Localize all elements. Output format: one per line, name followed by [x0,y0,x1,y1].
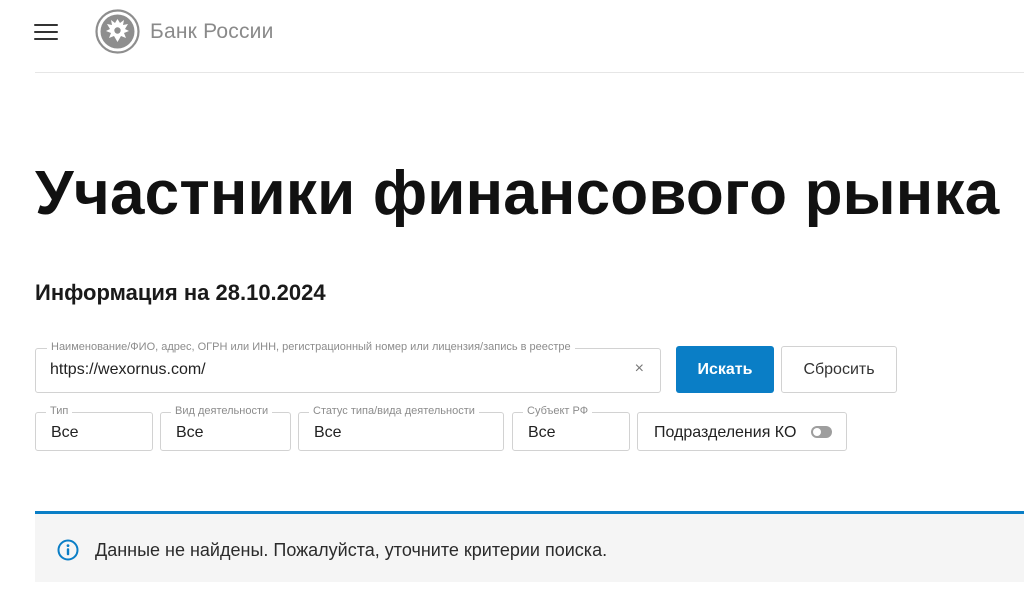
hamburger-menu-icon[interactable] [34,22,60,42]
type-select-label: Тип [46,405,73,417]
reset-button[interactable]: Сбросить [781,346,897,393]
activity-select[interactable]: Вид деятельности Все [160,405,291,451]
region-select-value: Все [528,424,556,441]
region-select-label: Субъект РФ [523,405,593,417]
double-headed-eagle-emblem-icon [95,9,140,54]
type-select[interactable]: Тип Все [35,405,153,451]
region-select[interactable]: Субъект РФ Все [512,405,630,451]
no-results-notice: Данные не найдены. Пожалуйста, уточните … [35,511,1024,582]
bank-logo[interactable]: Банк России [95,9,274,54]
type-select-value: Все [51,424,79,441]
search-field[interactable]: Наименование/ФИО, адрес, ОГРН или ИНН, р… [35,341,661,393]
status-select-value: Все [314,424,342,441]
clear-icon[interactable]: × [635,360,644,378]
toggle-knob [813,428,821,436]
notice-text: Данные не найдены. Пожалуйста, уточните … [95,540,608,560]
search-input[interactable] [50,361,610,379]
site-header: Банк России [0,0,1024,72]
toggle-switch-icon[interactable] [811,426,832,438]
search-field-label: Наименование/ФИО, адрес, ОГРН или ИНН, р… [47,341,575,353]
search-button[interactable]: Искать [676,346,774,393]
logo-text: Банк России [150,19,274,43]
ko-divisions-toggle[interactable]: Подразделения КО [637,412,847,451]
ko-divisions-toggle-label: Подразделения КО [654,424,797,441]
activity-select-label: Вид деятельности [171,405,273,417]
page-title: Участники финансового рынка [35,159,1000,228]
info-icon [57,539,79,561]
info-date-heading: Информация на 28.10.2024 [35,280,326,305]
activity-select-value: Все [176,424,204,441]
status-select-label: Статус типа/вида деятельности [309,405,479,417]
header-divider [35,72,1024,73]
status-select[interactable]: Статус типа/вида деятельности Все [298,405,504,451]
